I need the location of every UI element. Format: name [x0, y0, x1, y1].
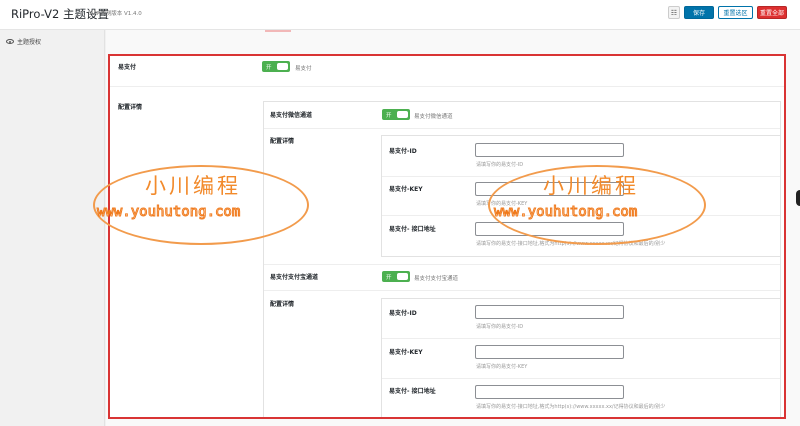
- wechat-id-label: 易支付-ID: [389, 148, 417, 155]
- alipay-channel-desc: 易支付支付宝通道: [414, 276, 459, 282]
- epay-master-desc: 易支付: [295, 66, 312, 72]
- sidebar-item-license[interactable]: 主题授权: [6, 37, 41, 46]
- epay-master-label: 易支付: [118, 64, 137, 71]
- alipay-channel-switch[interactable]: 开: [382, 271, 410, 282]
- wechat-channel-desc: 易支付微信通道: [414, 114, 453, 120]
- wechat-config-label: 配置详情: [270, 138, 295, 145]
- wechat-id-input[interactable]: [475, 143, 624, 157]
- reset-section-button[interactable]: 重置选区: [718, 6, 753, 19]
- divider: [110, 86, 784, 87]
- alipay-channel-label: 易支付支付宝通道: [270, 274, 319, 281]
- sidebar-item-label: 主题授权: [17, 39, 42, 46]
- alipay-url-hint: 请填写你的易支付-接口地址,格式为http(s)://www.xxxxx.xx/…: [476, 404, 666, 410]
- divider: [264, 264, 780, 265]
- switch-knob: [277, 63, 288, 70]
- wechat-key-hint: 请填写你的易支付-KEY: [476, 201, 528, 207]
- switch-knob: [397, 111, 408, 118]
- sidebar: 主题授权: [0, 30, 105, 426]
- divider: [264, 290, 780, 291]
- switch-on-label: 开: [266, 65, 272, 71]
- wechat-url-input[interactable]: [475, 222, 624, 236]
- switch-on-label: 开: [386, 275, 392, 281]
- wechat-id-hint: 请填写你的易支付-ID: [476, 162, 524, 168]
- save-button[interactable]: 保存: [684, 6, 714, 19]
- reset-all-button[interactable]: 重置全部: [757, 6, 787, 19]
- wechat-channel-label: 易支付微信通道: [270, 112, 313, 119]
- epay-master-switch[interactable]: 开: [262, 61, 290, 72]
- divider: [382, 215, 780, 216]
- alipay-id-hint: 请填写你的易支付-ID: [476, 324, 524, 330]
- divider: [382, 378, 780, 379]
- alipay-url-label: 易支付- 接口地址: [389, 388, 436, 395]
- divider: [382, 338, 780, 339]
- divider: [382, 176, 780, 177]
- wechat-url-label: 易支付- 接口地址: [389, 226, 436, 233]
- version-label: SVIP内测版本 V1.4.0: [88, 11, 142, 17]
- switch-knob: [397, 273, 408, 280]
- config-details-label: 配置详情: [118, 104, 143, 111]
- grid-icon[interactable]: ☷: [668, 6, 680, 19]
- active-tab-indicator: [265, 30, 291, 32]
- alipay-config-label: 配置详情: [270, 301, 295, 308]
- alipay-key-input[interactable]: [475, 345, 624, 359]
- alipay-id-input[interactable]: [475, 305, 624, 319]
- top-toolbar: RiPro-V2 主题设置 SVIP内测版本 V1.4.0 ☷ 保存 重置选区 …: [0, 0, 800, 30]
- switch-on-label: 开: [386, 113, 392, 119]
- alipay-key-label: 易支付-KEY: [389, 349, 423, 356]
- alipay-url-input[interactable]: [475, 385, 624, 399]
- divider: [264, 128, 780, 129]
- alipay-id-label: 易支付-ID: [389, 310, 417, 317]
- wechat-channel-switch[interactable]: 开: [382, 109, 410, 120]
- scroll-handle[interactable]: [796, 190, 800, 206]
- alipay-key-hint: 请填写你的易支付-KEY: [476, 364, 528, 370]
- eye-icon: [6, 39, 14, 44]
- wechat-key-input[interactable]: [475, 182, 624, 196]
- wechat-key-label: 易支付-KEY: [389, 186, 423, 193]
- wechat-url-hint: 请填写你的易支付-接口地址,格式为http(s)://www.xxxxx.xx/…: [476, 241, 666, 247]
